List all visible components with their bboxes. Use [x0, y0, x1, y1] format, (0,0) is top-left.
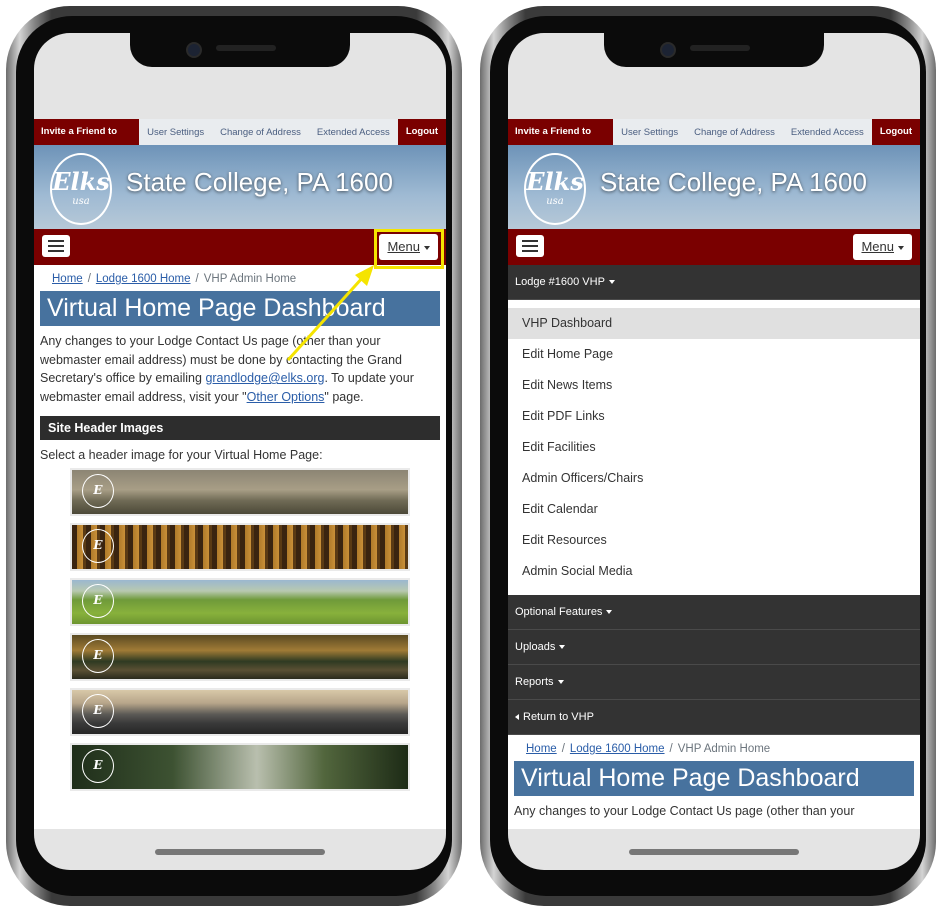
user-settings-link[interactable]: User Settings — [139, 127, 212, 138]
breadcrumb-lodge-home[interactable]: Lodge 1600 Home — [570, 743, 665, 755]
page-title: Virtual Home Page Dashboard — [514, 761, 914, 796]
vhp-submenu: VHP Dashboard Edit Home Page Edit News I… — [508, 300, 920, 595]
caret-down-icon — [898, 245, 904, 250]
logout-link[interactable]: Logout — [397, 119, 446, 145]
breadcrumb-home[interactable]: Home — [52, 273, 83, 285]
site-banner: Elks usa State College, PA 1600 — [34, 145, 446, 229]
logo-subtext: usa — [72, 196, 90, 207]
other-options-link[interactable]: Other Options — [247, 390, 325, 404]
breadcrumb-current: VHP Admin Home — [677, 743, 771, 755]
caret-down-icon — [606, 610, 613, 615]
elks-logo-icon: E — [82, 694, 114, 728]
caret-down-icon — [557, 680, 564, 685]
menu-item-edit-facilities[interactable]: Edit Facilities — [508, 432, 920, 463]
top-bar: Invite a Friend to Join User Settings Ch… — [34, 119, 446, 163]
webpage: Invite a Friend to Join User Settings Ch… — [34, 119, 446, 829]
header-image-forest[interactable]: E — [70, 523, 410, 571]
logo-text: Elks — [526, 167, 584, 196]
phone-right: Invite a Friend to Join User Settings Ch… — [480, 6, 936, 906]
nav-bar: Menu — [34, 229, 446, 269]
site-banner: Elks usa State College, PA 1600 — [508, 145, 920, 229]
menu-item-admin-social-media[interactable]: Admin Social Media — [508, 556, 920, 587]
change-address-link[interactable]: Change of Address — [212, 127, 309, 138]
breadcrumb: Home / Lodge 1600 Home / VHP Admin Home — [526, 743, 771, 755]
menu-item-vhp-dashboard[interactable]: VHP Dashboard — [508, 308, 920, 339]
user-settings-link[interactable]: User Settings — [613, 127, 686, 138]
header-image-elk-meadow[interactable]: E — [70, 468, 410, 516]
logo-text: Elks — [52, 167, 110, 196]
email-link[interactable]: grandlodge@elks.org — [205, 371, 324, 385]
menu-lodge-vhp[interactable]: Lodge #1600 VHP — [508, 265, 920, 300]
menu-reports[interactable]: Reports — [508, 665, 920, 700]
menu-return-to-vhp[interactable]: Return to VHP — [508, 700, 920, 735]
hamburger-menu-button[interactable] — [42, 235, 70, 257]
hamburger-menu-button[interactable] — [516, 235, 544, 257]
header-image-forest-mist[interactable]: E — [70, 743, 410, 791]
menu-uploads[interactable]: Uploads — [508, 630, 920, 665]
menu-item-admin-officers[interactable]: Admin Officers/Chairs — [508, 463, 920, 494]
elks-logo[interactable]: Elks usa — [524, 153, 586, 225]
site-title: State College, PA 1600 — [600, 167, 867, 197]
site-title: State College, PA 1600 — [126, 167, 393, 197]
phone-left: Invite a Friend to Join User Settings Ch… — [6, 6, 462, 906]
contact-info-paragraph: Any changes to your Lodge Contact Us pag… — [40, 334, 414, 404]
home-indicator — [155, 849, 325, 855]
breadcrumb-current: VHP Admin Home — [203, 273, 297, 285]
menu-item-edit-home-page[interactable]: Edit Home Page — [508, 339, 920, 370]
menu-item-edit-calendar[interactable]: Edit Calendar — [508, 494, 920, 525]
breadcrumb-lodge-home[interactable]: Lodge 1600 Home — [96, 273, 191, 285]
menu-label: Menu — [861, 239, 894, 254]
menu-highlight-box — [374, 229, 444, 269]
extended-access-link[interactable]: Extended Access — [783, 127, 872, 138]
top-bar: Invite a Friend to Join User Settings Ch… — [508, 119, 920, 163]
home-indicator — [629, 849, 799, 855]
dropdown-menu: Lodge #1600 VHP VHP Dashboard Edit Home … — [508, 265, 920, 735]
menu-optional-features[interactable]: Optional Features — [508, 595, 920, 630]
contact-info-paragraph: Any changes to your Lodge Contact Us pag… — [514, 804, 855, 818]
phone-notch — [130, 33, 350, 67]
header-image-autumn-stream[interactable]: E — [70, 633, 410, 681]
caret-left-icon — [515, 714, 519, 721]
menu-item-edit-pdf-links[interactable]: Edit PDF Links — [508, 401, 920, 432]
section-header-site-images: Site Header Images — [40, 416, 440, 440]
elks-logo[interactable]: Elks usa — [50, 153, 112, 225]
header-image-mountains[interactable]: E — [70, 688, 410, 736]
page-title: Virtual Home Page Dashboard — [40, 291, 440, 326]
logo-subtext: usa — [546, 196, 564, 207]
select-header-text: Select a header image for your Virtual H… — [40, 448, 323, 462]
elks-logo-icon: E — [82, 639, 114, 673]
webpage: Invite a Friend to Join User Settings Ch… — [508, 119, 920, 829]
caret-down-icon — [608, 280, 615, 285]
menu-item-edit-resources[interactable]: Edit Resources — [508, 525, 920, 556]
breadcrumb-home[interactable]: Home — [526, 743, 557, 755]
menu-dropdown-button[interactable]: Menu — [853, 234, 912, 260]
phone-screen: Invite a Friend to Join User Settings Ch… — [34, 33, 446, 870]
nav-bar: Menu — [508, 229, 920, 265]
menu-item-edit-news-items[interactable]: Edit News Items — [508, 370, 920, 401]
header-image-green-hills[interactable]: E — [70, 578, 410, 626]
elks-logo-icon: E — [82, 474, 114, 508]
caret-down-icon — [559, 645, 566, 650]
elks-logo-icon: E — [82, 584, 114, 618]
logout-link[interactable]: Logout — [871, 119, 920, 145]
elks-logo-icon: E — [82, 529, 114, 563]
phone-screen: Invite a Friend to Join User Settings Ch… — [508, 33, 920, 870]
extended-access-link[interactable]: Extended Access — [309, 127, 398, 138]
invite-friend-link[interactable]: Invite a Friend to Join — [508, 119, 614, 163]
elks-logo-icon: E — [82, 749, 114, 783]
phone-notch — [604, 33, 824, 67]
invite-friend-link[interactable]: Invite a Friend to Join — [34, 119, 140, 163]
change-address-link[interactable]: Change of Address — [686, 127, 783, 138]
